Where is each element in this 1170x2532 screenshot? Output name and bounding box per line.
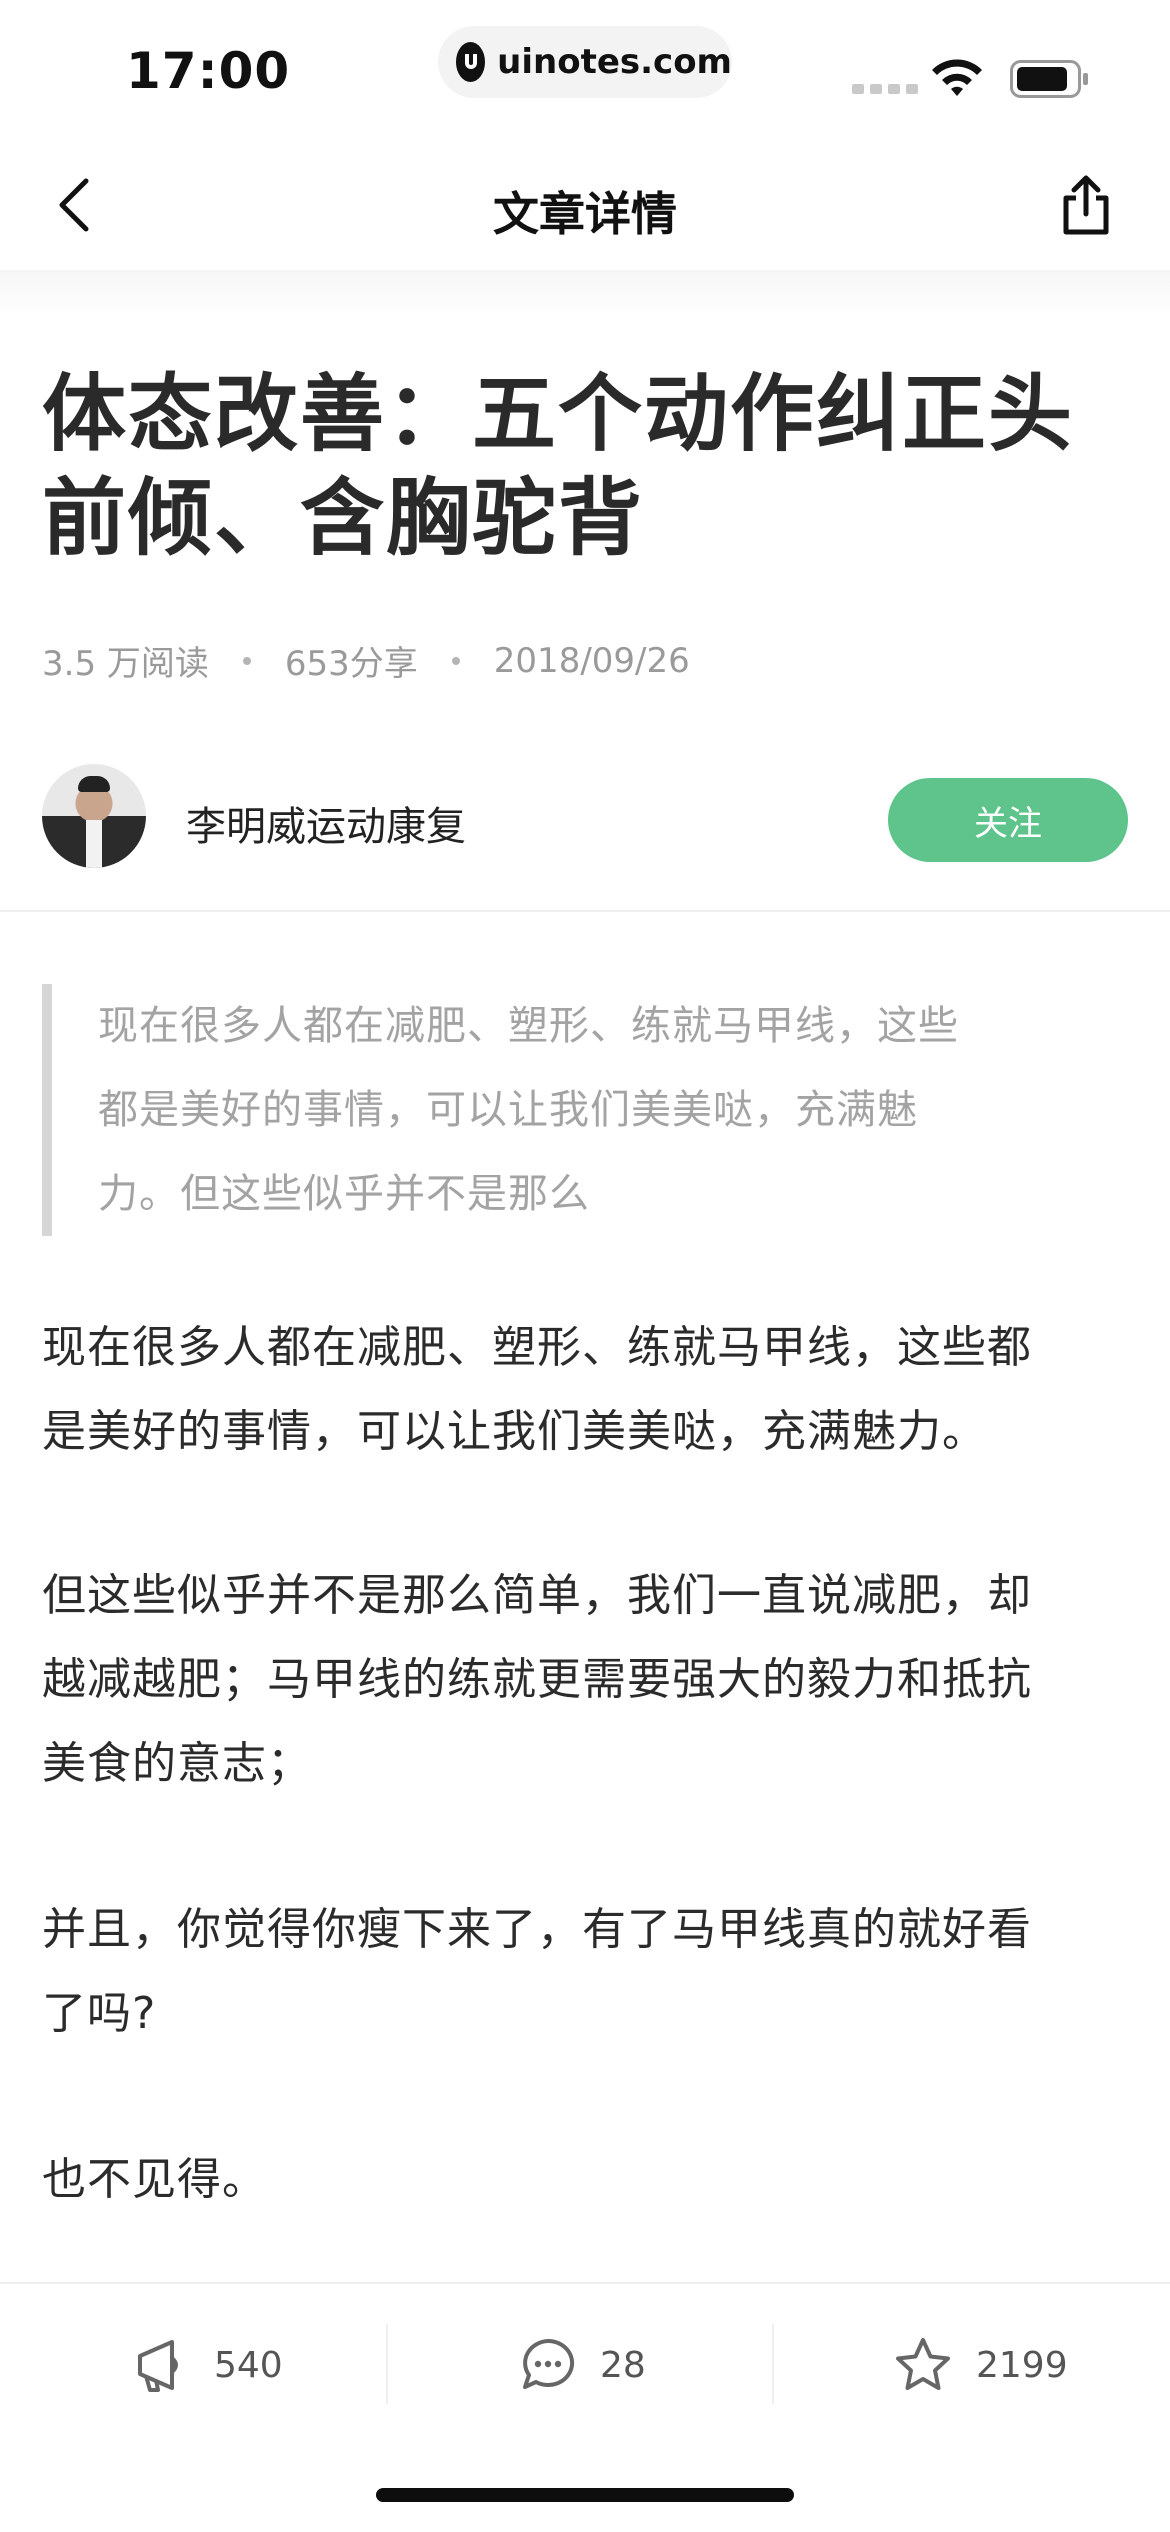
article-title-line: 前倾、含胸驼背 xyxy=(42,469,645,567)
article-summary-quote: 现在很多人都在减肥、塑形、练就马甲线，这些 都是美好的事情，可以让我们美美哒，充… xyxy=(42,984,1132,1236)
paragraph-line: 是美好的事情，可以让我们美美哒，充满魅力。 xyxy=(42,1406,987,1457)
url-pill[interactable]: uinotes.com xyxy=(438,26,732,98)
status-bar: 17:00 uinotes.com xyxy=(0,0,1170,130)
author-avatar[interactable] xyxy=(42,764,146,868)
body-paragraph: 也不见得。 xyxy=(42,2138,1132,2222)
follow-button[interactable]: 关注 xyxy=(888,778,1128,862)
uinotes-logo-icon xyxy=(456,42,486,82)
share-button[interactable] xyxy=(1054,170,1118,240)
paragraph-line: 并且，你觉得你瘦下来了，有了马甲线真的就好看 xyxy=(42,1904,1032,1955)
battery-icon xyxy=(1010,60,1088,98)
body-paragraph: 现在很多人都在减肥、塑形、练就马甲线，这些都 是美好的事情，可以让我们美美哒，充… xyxy=(42,1306,1132,1474)
article-meta: 3.5 万阅读 653分享 2018/09/26 xyxy=(42,636,690,685)
wifi-icon xyxy=(932,59,982,96)
star-icon xyxy=(896,2338,950,2390)
paragraph-line: 也不见得。 xyxy=(42,2154,267,2205)
share-count: 653分享 xyxy=(284,644,418,684)
paragraph-line: 了吗? xyxy=(42,1988,157,2039)
read-count: 3.5 万阅读 xyxy=(42,644,209,684)
quote-line: 现在很多人都在减肥、塑形、练就马甲线，这些 xyxy=(98,1003,959,1049)
divider xyxy=(386,2324,388,2404)
cellular-signal-icon xyxy=(852,84,918,94)
favorite-button[interactable]: 2199 xyxy=(894,2330,1068,2400)
quote-line: 力。但这些似乎并不是那么 xyxy=(98,1171,590,1217)
url-text: uinotes.com xyxy=(497,42,732,82)
paragraph-line: 现在很多人都在减肥、塑形、练就马甲线，这些都 xyxy=(42,1322,1032,1373)
like-count: 540 xyxy=(214,2344,283,2386)
megaphone-icon xyxy=(138,2340,178,2392)
body-paragraph: 并且，你觉得你瘦下来了，有了马甲线真的就好看 了吗? xyxy=(42,1888,1132,2056)
favorite-count: 2199 xyxy=(976,2344,1068,2386)
article-title: 体态改善：五个动作纠正头 前倾、含胸驼背 xyxy=(42,362,1142,570)
home-indicator[interactable] xyxy=(376,2488,794,2502)
paragraph-line: 越减越肥；马甲线的练就更需要强大的毅力和抵抗 xyxy=(42,1654,1032,1705)
comment-button[interactable]: 28 xyxy=(520,2330,646,2400)
page-title: 文章详情 xyxy=(493,187,677,241)
paragraph-line: 美食的意志； xyxy=(42,1738,312,1789)
like-button[interactable]: 540 xyxy=(132,2330,283,2400)
paragraph-line: 但这些似乎并不是那么简单，我们一直说减肥，却 xyxy=(42,1570,1032,1621)
comment-icon xyxy=(523,2338,575,2389)
publish-date: 2018/09/26 xyxy=(493,640,690,681)
body-paragraph: 但这些似乎并不是那么简单，我们一直说减肥，却 越减越肥；马甲线的练就更需要强大的… xyxy=(42,1554,1132,1806)
nav-bar: 文章详情 xyxy=(0,130,1170,280)
article-title-line: 体态改善：五个动作纠正头 xyxy=(42,365,1075,463)
status-time: 17:00 xyxy=(126,42,291,100)
separator-dot xyxy=(242,656,251,665)
share-icon xyxy=(1063,175,1109,235)
quote-line: 都是美好的事情，可以让我们美美哒，充满魅 xyxy=(98,1087,918,1133)
separator-dot xyxy=(451,656,460,665)
comment-count: 28 xyxy=(600,2344,646,2386)
divider xyxy=(772,2324,774,2404)
nav-shadow xyxy=(0,270,1170,316)
author-name[interactable]: 李明威运动康复 xyxy=(186,794,466,852)
divider xyxy=(0,910,1170,912)
author-row: 李明威运动康复 关注 xyxy=(0,764,1170,914)
